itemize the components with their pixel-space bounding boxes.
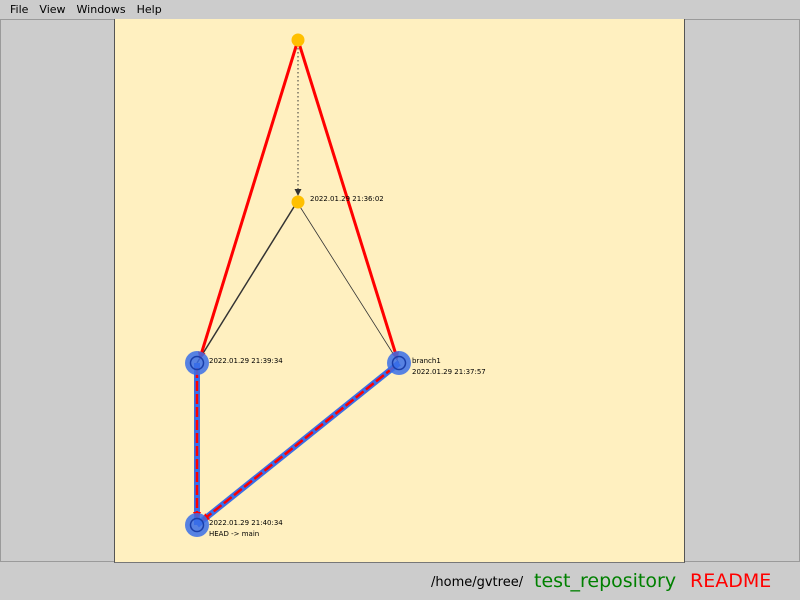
commit-node-2137[interactable] <box>387 351 411 375</box>
commit-graph-canvas[interactable]: 2022.01.29 21:36:02 2022.01.29 21:39:34 … <box>114 19 685 563</box>
status-repository-name: test_repository <box>534 570 677 592</box>
commit-label-2139: 2022.01.29 21:39:34 <box>209 356 283 367</box>
status-bar <box>0 563 800 600</box>
commit-node-2139[interactable] <box>185 351 209 375</box>
status-path: /home/gvtree/ <box>431 575 524 590</box>
status-file-name: README <box>690 570 772 592</box>
commit-label-2137: branch1 2022.01.29 21:37:57 <box>412 356 486 378</box>
commit-date: 2022.01.29 21:37:57 <box>412 368 486 376</box>
commit-date: 2022.01.29 21:40:34 <box>209 519 283 527</box>
head-ref: HEAD -> main <box>209 530 260 538</box>
commit-node-2140[interactable] <box>185 513 209 537</box>
commit-date: 2022.01.29 21:36:02 <box>310 195 384 203</box>
commit-node-root[interactable] <box>291 33 305 47</box>
edge-2136-to-2139 <box>196 201 298 364</box>
edge-2136-to-2137 <box>296 201 400 364</box>
branch-name: branch1 <box>412 357 441 365</box>
commit-node-2136[interactable] <box>291 195 305 209</box>
edge-root-to-2139 <box>197 39 300 360</box>
commit-label-2140: 2022.01.29 21:40:34 HEAD -> main <box>209 518 283 540</box>
commit-graph-svg <box>185 33 411 537</box>
commit-date: 2022.01.29 21:39:34 <box>209 357 283 365</box>
commit-label-2136: 2022.01.29 21:36:02 <box>310 194 384 205</box>
